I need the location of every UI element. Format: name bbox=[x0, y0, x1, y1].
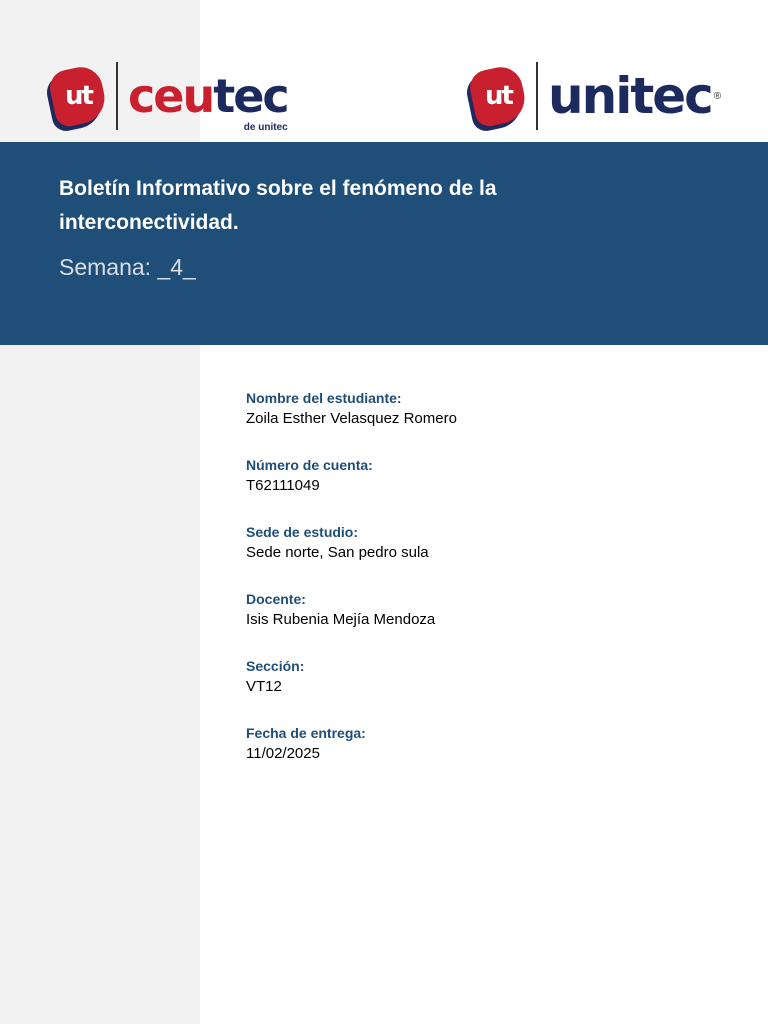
logo-divider bbox=[536, 62, 538, 130]
ceutec-part2: tec bbox=[213, 69, 289, 123]
field-account-number: Número de cuenta: T62111049 bbox=[246, 455, 457, 522]
ceutec-subtitle: de unitec bbox=[243, 122, 288, 133]
document-title: Boletín Informativo sobre el fenómeno de… bbox=[59, 177, 497, 234]
field-label: Sección: bbox=[246, 658, 305, 674]
ut-badge-icon: ut bbox=[46, 63, 110, 129]
ceutec-wordmark: ceutec de unitec bbox=[128, 73, 290, 133]
ceutec-part1: ceu bbox=[128, 69, 215, 123]
registered-mark: ® bbox=[713, 90, 722, 102]
field-value: VT12 bbox=[246, 678, 282, 695]
field-due-date: Fecha de entrega: 11/02/2025 bbox=[246, 723, 457, 790]
field-value: Zoila Esther Velasquez Romero bbox=[246, 410, 457, 427]
field-campus: Sede de estudio: Sede norte, San pedro su… bbox=[246, 522, 457, 589]
field-value: T62111049 bbox=[246, 477, 320, 494]
week-label: Semana: _4_ bbox=[59, 254, 196, 280]
field-label: Docente: bbox=[246, 591, 306, 607]
badge-text: ut bbox=[484, 81, 512, 112]
student-info: Nombre del estudiante: Zoila Esther Velas… bbox=[246, 388, 457, 790]
field-student-name: Nombre del estudiante: Zoila Esther Velas… bbox=[246, 388, 457, 455]
ceutec-logo: ut ceutec de unitec bbox=[46, 62, 290, 133]
field-value: Isis Rubenia Mejía Mendoza bbox=[246, 611, 436, 628]
unitec-logo: ut unitec ® bbox=[466, 62, 722, 130]
badge-text: ut bbox=[64, 81, 92, 112]
field-value: 11/02/2025 bbox=[246, 745, 320, 762]
logo-divider bbox=[116, 62, 118, 130]
field-section: Sección: VT12 bbox=[246, 656, 457, 723]
field-teacher: Docente: Isis Rubenia Mejía Mendoza bbox=[246, 589, 457, 656]
field-label: Fecha de entrega: bbox=[246, 725, 366, 741]
ut-badge-icon: ut bbox=[466, 63, 530, 129]
field-label: Sede de estudio: bbox=[246, 524, 359, 540]
field-label: Número de cuenta: bbox=[246, 457, 373, 473]
unitec-wordmark: unitec bbox=[548, 67, 714, 125]
field-value: Sede norte, San pedro sula bbox=[246, 544, 429, 561]
field-label: Nombre del estudiante: bbox=[246, 390, 402, 406]
